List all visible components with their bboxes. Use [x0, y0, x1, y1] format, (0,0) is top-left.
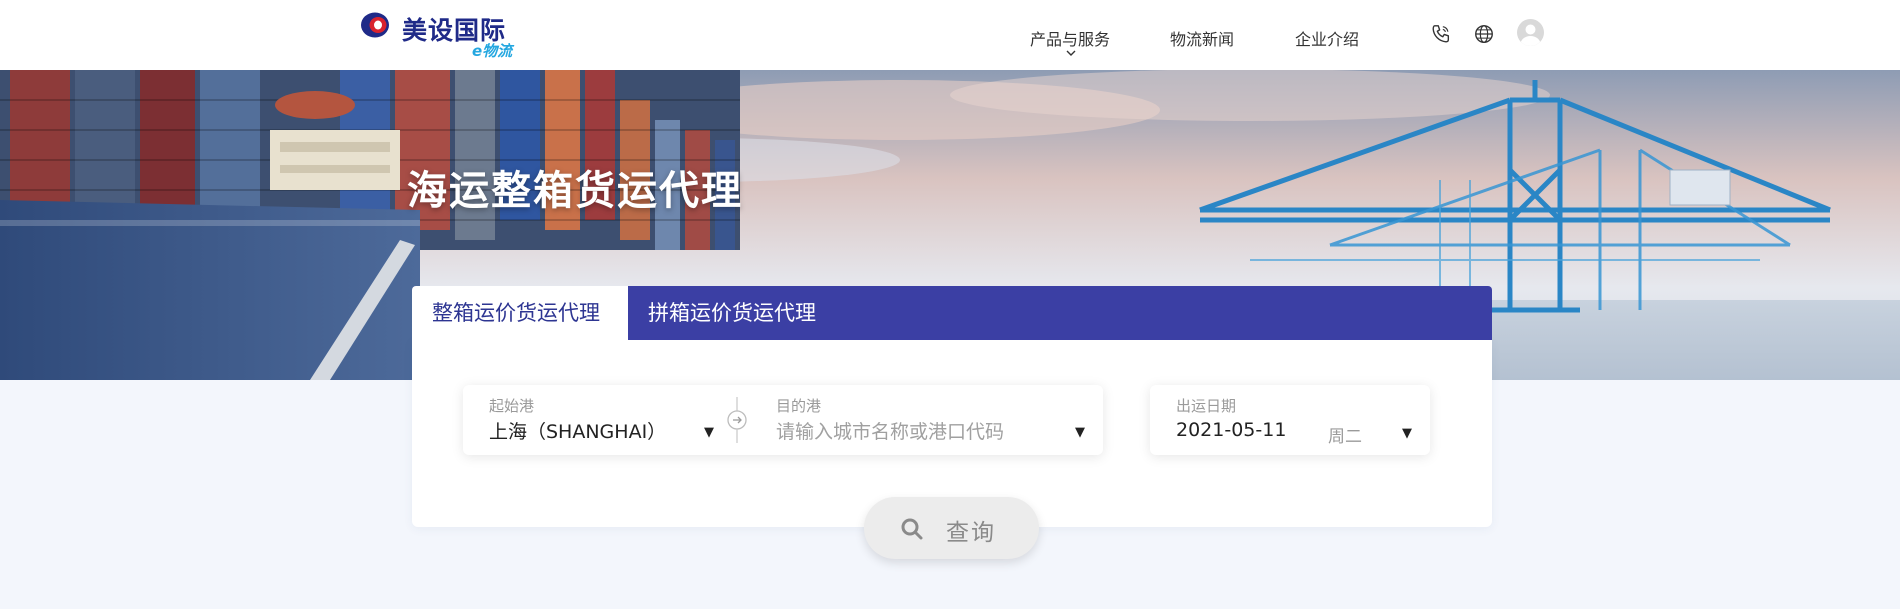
hero-title: 海运整箱货运代理: [407, 168, 743, 214]
nav-company-intro[interactable]: 企业介绍: [1295, 26, 1359, 50]
swap-ports-icon[interactable]: [725, 395, 749, 445]
destination-label: 目的港: [776, 397, 822, 415]
port-selector: 起始港 上海（SHANGHAI） ▼ 目的港 请输入城市名称或港口代码 ▼: [463, 385, 1103, 455]
brand-subtitle: e物流: [472, 42, 513, 60]
weekday-label: 周二: [1328, 427, 1362, 447]
tab-fcl-rates[interactable]: 整箱运价货运代理: [412, 286, 628, 340]
destination-caret-icon[interactable]: ▼: [1075, 425, 1085, 440]
nav-logistics-news[interactable]: 物流新闻: [1170, 26, 1234, 50]
tab-lcl-rates[interactable]: 拼箱运价货运代理: [628, 286, 836, 340]
origin-label: 起始港: [489, 397, 535, 415]
ship-date-value[interactable]: 2021-05-11: [1176, 419, 1286, 441]
search-icon: [901, 518, 923, 540]
ship-date-picker[interactable]: 出运日期 2021-05-11 周二 ▼: [1150, 385, 1430, 455]
globe-icon[interactable]: [1473, 23, 1495, 45]
service-tabs: 整箱运价货运代理 拼箱运价货运代理: [412, 286, 1492, 340]
brand-logo[interactable]: 美设国际 e物流: [360, 9, 540, 61]
chevron-down-icon[interactable]: [1064, 48, 1078, 58]
logo-mark-icon: [361, 12, 389, 38]
phone-icon[interactable]: [1430, 23, 1452, 45]
top-header: 美设国际 e物流 产品与服务 物流新闻 企业介绍: [0, 0, 1900, 70]
origin-caret-icon[interactable]: ▼: [704, 425, 714, 440]
nav-products-services[interactable]: 产品与服务: [1030, 26, 1110, 50]
user-avatar[interactable]: [1517, 19, 1544, 46]
search-button[interactable]: 查询: [864, 497, 1039, 559]
date-caret-icon[interactable]: ▼: [1402, 426, 1412, 441]
avatar-icon: [1520, 24, 1541, 46]
ship-date-label: 出运日期: [1176, 397, 1237, 415]
destination-port-input[interactable]: 请输入城市名称或港口代码: [776, 417, 1004, 444]
search-button-label: 查询: [946, 520, 996, 546]
origin-port-select[interactable]: 上海（SHANGHAI）: [489, 417, 666, 444]
